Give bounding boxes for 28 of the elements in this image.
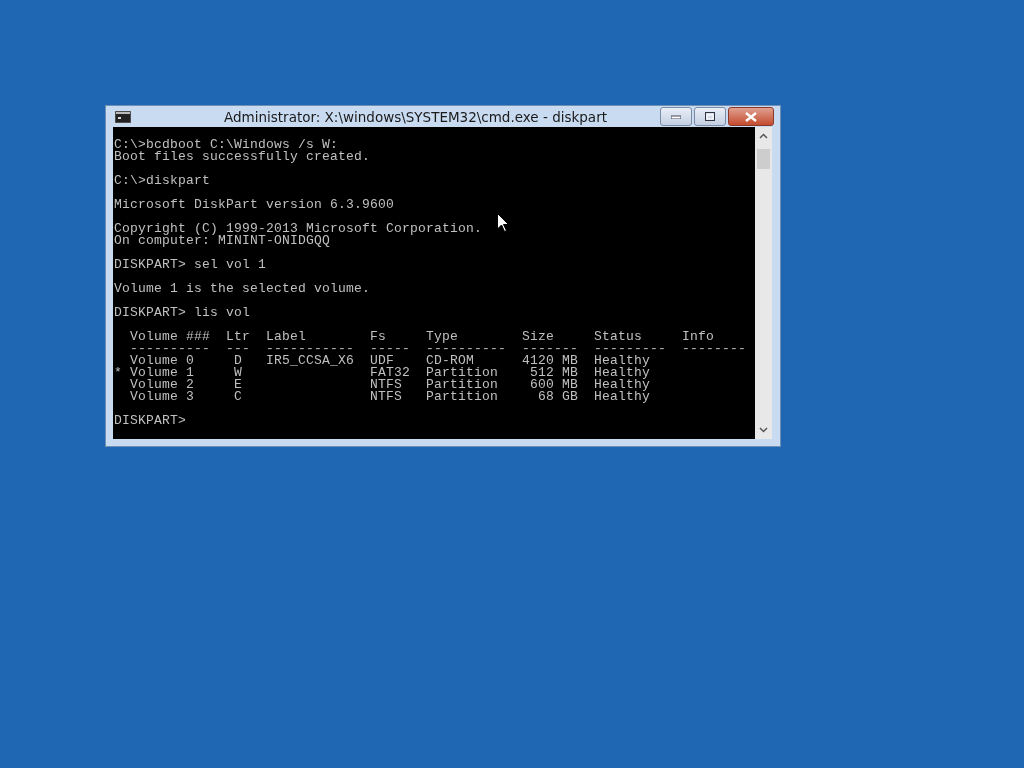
console-line: Boot files successfully created.: [114, 151, 372, 163]
scroll-thumb[interactable]: [757, 149, 770, 169]
scrollbar[interactable]: [755, 127, 772, 439]
console-line: Volume 0 D IR5_CCSA_X6 UDF CD-ROM 4120 MB Healthy: [129, 355, 652, 367]
console-line: C:\>diskpart: [114, 175, 211, 187]
close-button[interactable]: [728, 107, 774, 126]
console-line: * Volume 1 W FAT32 Partition 512 MB Healthy: [114, 367, 652, 379]
console-line: Volume ### Ltr Label Fs Type Size Status Info: [129, 331, 716, 343]
console-line: Volume 3 C NTFS Partition 68 GB Healthy: [129, 391, 652, 403]
minimize-icon: [671, 114, 681, 119]
scroll-down-icon[interactable]: [759, 427, 768, 433]
console-line: On computer: MININT-ONIDGQQ: [114, 235, 332, 247]
console-line: ---------- --- ----------- ----- ---------- ------- --------- --------: [129, 343, 748, 355]
mouse-pointer-icon: [497, 213, 509, 232]
console-line: Microsoft DiskPart version 6.3.9600: [114, 199, 396, 211]
console-line: Volume 2 E NTFS Partition 600 MB Healthy: [129, 379, 652, 391]
console-line: DISKPART>: [114, 415, 187, 427]
console-line: DISKPART> sel vol 1: [114, 259, 268, 271]
close-icon: [745, 111, 757, 122]
window-title: Administrator: X:\windows\SYSTEM32\cmd.exe - diskpart: [223, 108, 608, 125]
console-line: Copyright (C) 1999-2013 Microsoft Corporation.: [114, 223, 484, 235]
console-line: C:\>bcdboot C:\Windows /s W:: [114, 139, 339, 151]
console-icon: [115, 110, 131, 123]
maximize-icon: [705, 112, 715, 121]
console-line: DISKPART> lis vol: [114, 307, 252, 319]
console-line: Volume 1 is the selected volume.: [114, 283, 372, 295]
maximize-button[interactable]: [694, 107, 726, 126]
scroll-up-icon[interactable]: [759, 133, 768, 139]
